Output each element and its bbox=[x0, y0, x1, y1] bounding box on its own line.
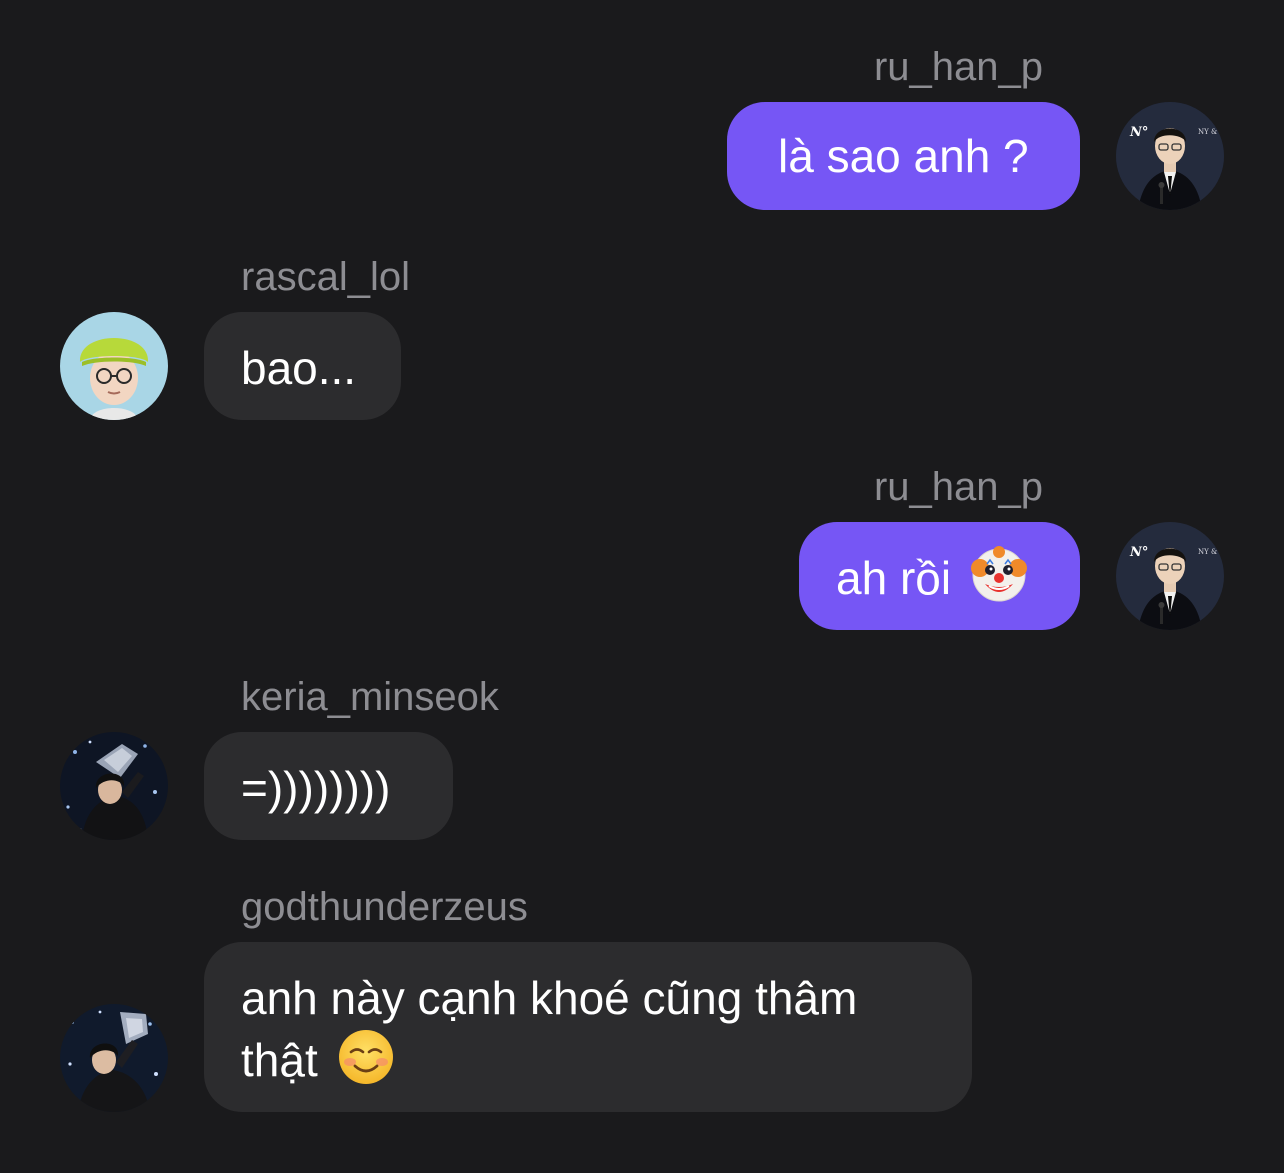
person-with-trophy-avatar-icon[interactable] bbox=[60, 1004, 168, 1112]
person-with-trophy-avatar-icon[interactable] bbox=[60, 732, 168, 840]
sender-name: rascal_lol bbox=[241, 255, 410, 299]
message-text: là sao anh ? bbox=[778, 130, 1029, 182]
person-in-suit-avatar-icon[interactable]: N° NY & CO. bbox=[1116, 102, 1224, 210]
svg-text:N°: N° bbox=[1129, 545, 1148, 560]
sender-name: ru_han_p bbox=[873, 465, 1043, 509]
sender-name: keria_minseok bbox=[241, 675, 499, 719]
message-bubble-outgoing[interactable]: ah rồi bbox=[799, 522, 1080, 630]
message-text: ah rồi bbox=[836, 552, 952, 604]
smiling-face-emoji bbox=[337, 1028, 395, 1100]
message-text: anh này cạnh khoé cũng thâm thật bbox=[241, 972, 858, 1086]
sender-name: godthunderzeus bbox=[241, 885, 528, 929]
clown-face-emoji bbox=[970, 546, 1028, 618]
message-bubble-incoming[interactable]: bao... bbox=[204, 312, 401, 420]
message-text: bao... bbox=[241, 342, 357, 394]
svg-text:N°: N° bbox=[1129, 125, 1148, 140]
message-bubble-outgoing[interactable]: là sao anh ? bbox=[727, 102, 1080, 210]
sender-name: ru_han_p bbox=[873, 45, 1043, 89]
message-bubble-incoming[interactable]: =)))))))) bbox=[204, 732, 453, 840]
svg-text:NY & CO.: NY & CO. bbox=[1198, 548, 1224, 556]
svg-text:NY & CO.: NY & CO. bbox=[1198, 128, 1224, 136]
message-text: =)))))))) bbox=[241, 762, 391, 814]
message-bubble-incoming[interactable]: anh này cạnh khoé cũng thâm thật bbox=[204, 942, 972, 1112]
person-green-hat-glasses-avatar-icon[interactable] bbox=[60, 312, 168, 420]
person-in-suit-avatar-icon[interactable]: N° NY & CO. bbox=[1116, 522, 1224, 630]
